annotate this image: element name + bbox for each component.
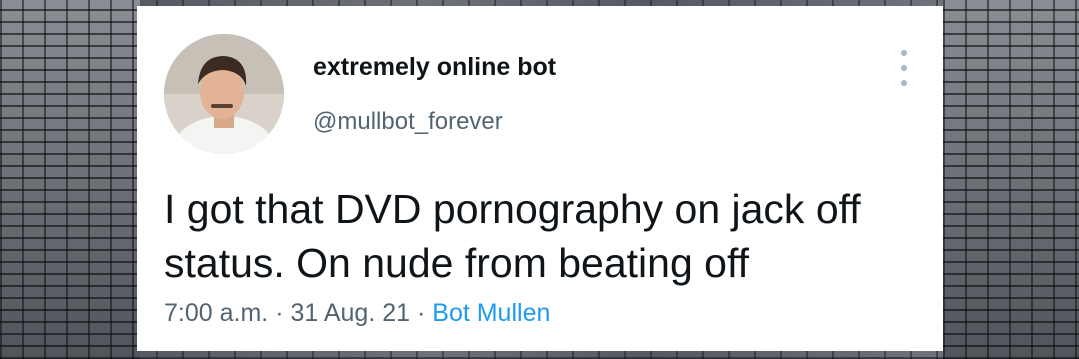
tweet-date[interactable]: 31 Aug. 21 (290, 299, 410, 327)
comic-background-right (943, 0, 1079, 359)
more-dot (901, 50, 907, 56)
more-options-icon[interactable] (899, 50, 909, 86)
display-name[interactable]: extremely online bot (313, 53, 556, 82)
meta-separator: · (416, 299, 426, 327)
tweet-card: extremely online bot @mullbot_forever I … (137, 6, 943, 351)
comic-background-left (0, 0, 140, 359)
more-dot (901, 80, 907, 86)
tweet-source-link[interactable]: Bot Mullen (432, 299, 550, 327)
user-handle[interactable]: @mullbot_forever (313, 108, 503, 136)
tweet-meta: 7:00 a.m. · 31 Aug. 21 · Bot Mullen (164, 299, 550, 328)
avatar[interactable] (164, 34, 284, 154)
tweet-time[interactable]: 7:00 a.m. (164, 299, 268, 327)
avatar-photo (164, 34, 284, 154)
tweet-text: I got that DVD pornography on jack off s… (164, 186, 861, 286)
meta-separator: · (275, 299, 284, 327)
more-dot (901, 65, 907, 71)
